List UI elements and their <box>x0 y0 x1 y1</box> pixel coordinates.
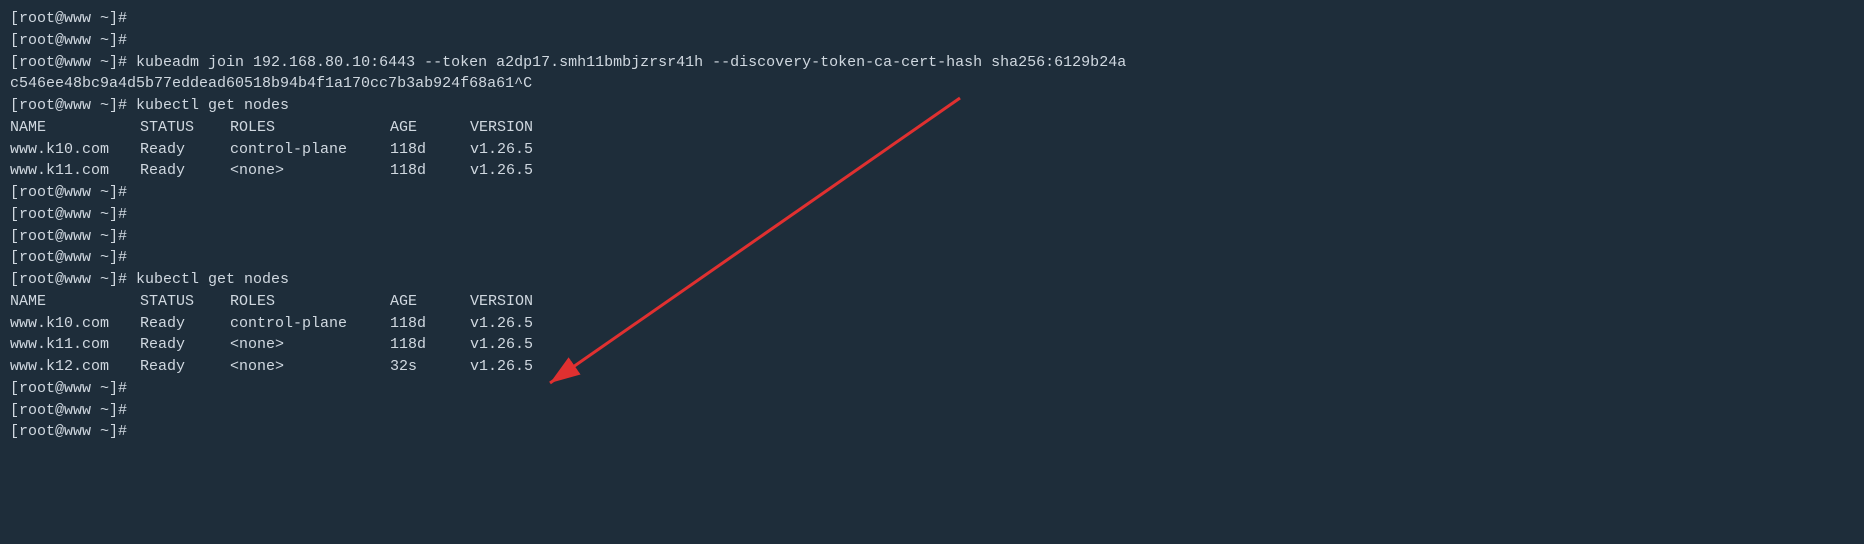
col-roles-header: ROLES <box>230 117 390 139</box>
terminal-line: [root@www ~]# <box>10 400 1854 422</box>
terminal-line: [root@www ~]# <box>10 204 1854 226</box>
prompt: [root@www ~]# <box>10 54 136 71</box>
table-header-2: NAMESTATUSROLESAGEVERSION <box>10 291 1854 313</box>
command-text: kubeadm join 192.168.80.10:6443 --token … <box>136 54 1126 71</box>
node-version: v1.26.5 <box>470 313 533 335</box>
node-version: v1.26.5 <box>470 334 533 356</box>
prompt: [root@www ~]# <box>10 10 127 27</box>
terminal-line: [root@www ~]# <box>10 8 1854 30</box>
node-roles: control-plane <box>230 139 390 161</box>
terminal-line-kubeadm: [root@www ~]# kubeadm join 192.168.80.10… <box>10 52 1854 74</box>
node-version: v1.26.5 <box>470 356 533 378</box>
node-age: 118d <box>390 139 470 161</box>
prompt: [root@www ~]# <box>10 32 127 49</box>
node-status: Ready <box>140 313 230 335</box>
terminal-line: [root@www ~]# <box>10 30 1854 52</box>
prompt: [root@www ~]# <box>10 423 127 440</box>
node-roles: control-plane <box>230 313 390 335</box>
terminal-line-cont: c546ee48bc9a4d5b77eddead60518b94b4f1a170… <box>10 73 1854 95</box>
node-name: www.k11.com <box>10 160 140 182</box>
node-version: v1.26.5 <box>470 139 533 161</box>
node-row: www.k10.comReadycontrol-plane118dv1.26.5 <box>10 313 1854 335</box>
node-status: Ready <box>140 160 230 182</box>
command-text: kubectl get nodes <box>136 97 289 114</box>
table-header-1: NAMESTATUSROLESAGEVERSION <box>10 117 1854 139</box>
prompt: [root@www ~]# <box>10 402 127 419</box>
col-name-header: NAME <box>10 291 140 313</box>
prompt: [root@www ~]# <box>10 380 127 397</box>
node-status: Ready <box>140 356 230 378</box>
node-row: www.k11.comReady<none>118dv1.26.5 <box>10 334 1854 356</box>
node-age: 118d <box>390 313 470 335</box>
node-status: Ready <box>140 334 230 356</box>
terminal-line-kubectl2: [root@www ~]# kubectl get nodes <box>10 269 1854 291</box>
terminal-line: [root@www ~]# <box>10 182 1854 204</box>
col-version-header: VERSION <box>470 117 533 139</box>
col-age-header: AGE <box>390 117 470 139</box>
terminal-window: [root@www ~]# [root@www ~]# [root@www ~]… <box>10 8 1854 536</box>
node-roles: <none> <box>230 356 390 378</box>
command-text: kubectl get nodes <box>136 271 289 288</box>
col-version-header: VERSION <box>470 291 533 313</box>
terminal-line: [root@www ~]# <box>10 247 1854 269</box>
node-name: www.k10.com <box>10 313 140 335</box>
node-name: www.k10.com <box>10 139 140 161</box>
prompt: [root@www ~]# <box>10 228 127 245</box>
terminal-line: [root@www ~]# <box>10 226 1854 248</box>
node-name: www.k12.com <box>10 356 140 378</box>
prompt: [root@www ~]# <box>10 249 127 266</box>
col-age-header: AGE <box>390 291 470 313</box>
col-name-header: NAME <box>10 117 140 139</box>
prompt: [root@www ~]# <box>10 184 127 201</box>
terminal-line: [root@www ~]# <box>10 378 1854 400</box>
terminal-line: [root@www ~]# <box>10 421 1854 443</box>
node-row: www.k10.comReadycontrol-plane118dv1.26.5 <box>10 139 1854 161</box>
prompt: [root@www ~]# <box>10 206 127 223</box>
node-roles: <none> <box>230 334 390 356</box>
prompt: [root@www ~]# <box>10 271 136 288</box>
node-age: 118d <box>390 160 470 182</box>
col-status-header: STATUS <box>140 117 230 139</box>
node-age: 32s <box>390 356 470 378</box>
node-name: www.k11.com <box>10 334 140 356</box>
node-age: 118d <box>390 334 470 356</box>
node-version: v1.26.5 <box>470 160 533 182</box>
node-roles: <none> <box>230 160 390 182</box>
col-roles-header: ROLES <box>230 291 390 313</box>
prompt: [root@www ~]# <box>10 97 136 114</box>
node-row-k12: www.k12.comReady<none>32sv1.26.5 <box>10 356 1854 378</box>
col-status-header: STATUS <box>140 291 230 313</box>
terminal-line-kubectl1: [root@www ~]# kubectl get nodes <box>10 95 1854 117</box>
node-status: Ready <box>140 139 230 161</box>
command-continuation: c546ee48bc9a4d5b77eddead60518b94b4f1a170… <box>10 75 532 92</box>
node-row: www.k11.comReady<none>118dv1.26.5 <box>10 160 1854 182</box>
